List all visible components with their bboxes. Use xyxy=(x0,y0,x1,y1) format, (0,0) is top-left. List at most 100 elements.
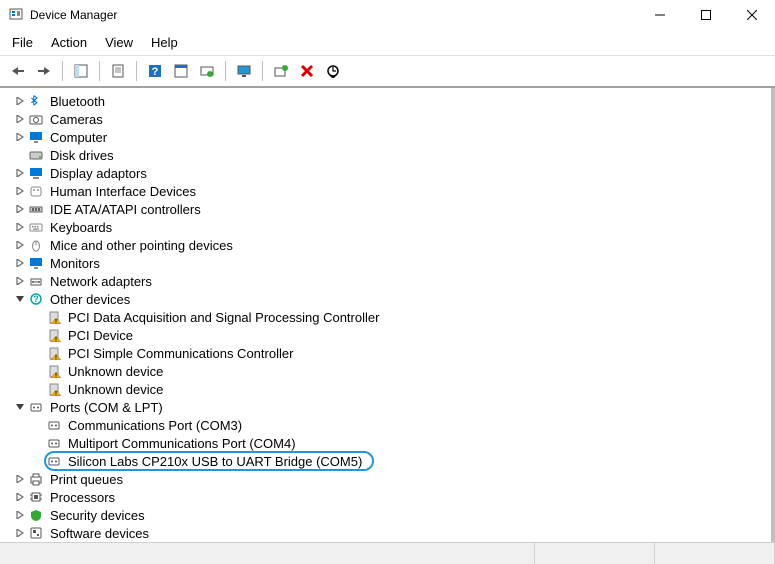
tree-node[interactable]: Multiport Communications Port (COM4) xyxy=(4,434,771,452)
menu-help[interactable]: Help xyxy=(143,32,186,53)
tree-node[interactable]: Ports (COM & LPT) xyxy=(4,398,771,416)
tree-node[interactable]: Security devices xyxy=(4,506,771,524)
warn-icon: ! xyxy=(46,381,62,397)
twisty-collapsed-icon[interactable] xyxy=(12,183,28,199)
twisty-collapsed-icon[interactable] xyxy=(12,219,28,235)
action-button[interactable] xyxy=(169,59,193,83)
help-button[interactable]: ? xyxy=(143,59,167,83)
warn-icon: ! xyxy=(46,345,62,361)
menubar: File Action View Help xyxy=(0,30,775,56)
tree-node[interactable]: Mice and other pointing devices xyxy=(4,236,771,254)
twisty-collapsed-icon[interactable] xyxy=(12,471,28,487)
menu-view[interactable]: View xyxy=(97,32,141,53)
menu-file[interactable]: File xyxy=(4,32,41,53)
add-hardware-button[interactable] xyxy=(269,59,293,83)
window-buttons xyxy=(637,0,775,30)
tree-node[interactable]: Display adaptors xyxy=(4,164,771,182)
toolbar-separator xyxy=(262,61,263,81)
uninstall-button[interactable] xyxy=(295,59,319,83)
twisty-collapsed-icon[interactable] xyxy=(12,201,28,217)
security-icon xyxy=(28,507,44,523)
toolbar-separator xyxy=(225,61,226,81)
printer-icon xyxy=(28,471,44,487)
node-label: Network adapters xyxy=(48,274,154,289)
statusbar xyxy=(0,542,775,564)
node-label: Disk drives xyxy=(48,148,116,163)
node-label: Unknown device xyxy=(66,382,165,397)
node-label: Computer xyxy=(48,130,109,145)
twisty-collapsed-icon[interactable] xyxy=(12,111,28,127)
node-label: PCI Simple Communications Controller xyxy=(66,346,295,361)
twisty-collapsed-icon[interactable] xyxy=(12,489,28,505)
minimize-button[interactable] xyxy=(637,0,683,30)
highlighted-node[interactable]: Silicon Labs CP210x USB to UART Bridge (… xyxy=(44,451,374,471)
warn-icon: ! xyxy=(46,363,62,379)
monitor-icon xyxy=(28,255,44,271)
tree-node[interactable]: !PCI Data Acquisition and Signal Process… xyxy=(4,308,771,326)
update-driver-button[interactable] xyxy=(321,59,345,83)
ide-icon xyxy=(28,201,44,217)
software-icon xyxy=(28,525,44,541)
app-icon xyxy=(8,7,24,23)
twisty-collapsed-icon[interactable] xyxy=(12,255,28,271)
twisty-collapsed-icon[interactable] xyxy=(12,165,28,181)
maximize-button[interactable] xyxy=(683,0,729,30)
tree-node[interactable]: ! PCI Simple Communications Controller xyxy=(4,344,771,362)
node-label: Keyboards xyxy=(48,220,114,235)
toolbar-separator xyxy=(136,61,137,81)
close-button[interactable] xyxy=(729,0,775,30)
tree-node[interactable]: Silicon Labs CP210x USB to UART Bridge (… xyxy=(4,452,771,470)
tree-node[interactable]: Human Interface Devices xyxy=(4,182,771,200)
titlebar: Device Manager xyxy=(0,0,775,30)
svg-text:!: ! xyxy=(55,392,57,397)
node-label: Security devices xyxy=(48,508,147,523)
monitor-button[interactable] xyxy=(232,59,256,83)
node-label: Software devices xyxy=(48,526,151,541)
other-icon: ? xyxy=(28,291,44,307)
tree-node[interactable]: IDE ATA/ATAPI controllers xyxy=(4,200,771,218)
tree-node[interactable]: Software devices xyxy=(4,524,771,542)
twisty-collapsed-icon[interactable] xyxy=(12,507,28,523)
tree-node[interactable]: Cameras xyxy=(4,110,771,128)
tree-node[interactable]: Communications Port (COM3) xyxy=(4,416,771,434)
node-label: Display adaptors xyxy=(48,166,149,181)
node-label: Silicon Labs CP210x USB to UART Bridge (… xyxy=(66,454,364,469)
tree-node[interactable]: ?Other devices xyxy=(4,290,771,308)
tree-node[interactable]: Keyboards xyxy=(4,218,771,236)
node-label: Cameras xyxy=(48,112,105,127)
device-tree[interactable]: Bluetooth Cameras Computer Disk drives Displ… xyxy=(0,88,775,542)
tree-node[interactable]: Bluetooth xyxy=(4,92,771,110)
tree-node[interactable]: Processors xyxy=(4,488,771,506)
back-button[interactable] xyxy=(6,59,30,83)
port-icon xyxy=(28,399,44,415)
twisty-collapsed-icon[interactable] xyxy=(12,525,28,541)
twisty-collapsed-icon[interactable] xyxy=(12,273,28,289)
svg-text:!: ! xyxy=(55,320,57,325)
twisty-collapsed-icon[interactable] xyxy=(12,93,28,109)
tree-node[interactable]: Disk drives xyxy=(4,146,771,164)
menu-action[interactable]: Action xyxy=(43,32,95,53)
scan-hardware-button[interactable] xyxy=(195,59,219,83)
svg-text:!: ! xyxy=(55,374,57,379)
node-label: Processors xyxy=(48,490,117,505)
twisty-collapsed-icon[interactable] xyxy=(12,237,28,253)
node-label: Monitors xyxy=(48,256,102,271)
tree-node[interactable]: Network adapters xyxy=(4,272,771,290)
tree-node[interactable]: Print queues xyxy=(4,470,771,488)
twisty-expanded-icon[interactable] xyxy=(12,291,28,307)
tree-node[interactable]: !PCI Device xyxy=(4,326,771,344)
forward-button[interactable] xyxy=(32,59,56,83)
node-label: Unknown device xyxy=(66,364,165,379)
node-label: Human Interface Devices xyxy=(48,184,198,199)
node-label: PCI Device xyxy=(66,328,135,343)
tree-node[interactable]: ! Unknown device xyxy=(4,380,771,398)
cpu-icon xyxy=(28,489,44,505)
node-label: Bluetooth xyxy=(48,94,107,109)
twisty-expanded-icon[interactable] xyxy=(12,399,28,415)
tree-node[interactable]: Monitors xyxy=(4,254,771,272)
tree-node[interactable]: ! Unknown device xyxy=(4,362,771,380)
properties-button[interactable] xyxy=(106,59,130,83)
tree-node[interactable]: Computer xyxy=(4,128,771,146)
show-hide-tree-button[interactable] xyxy=(69,59,93,83)
twisty-collapsed-icon[interactable] xyxy=(12,129,28,145)
